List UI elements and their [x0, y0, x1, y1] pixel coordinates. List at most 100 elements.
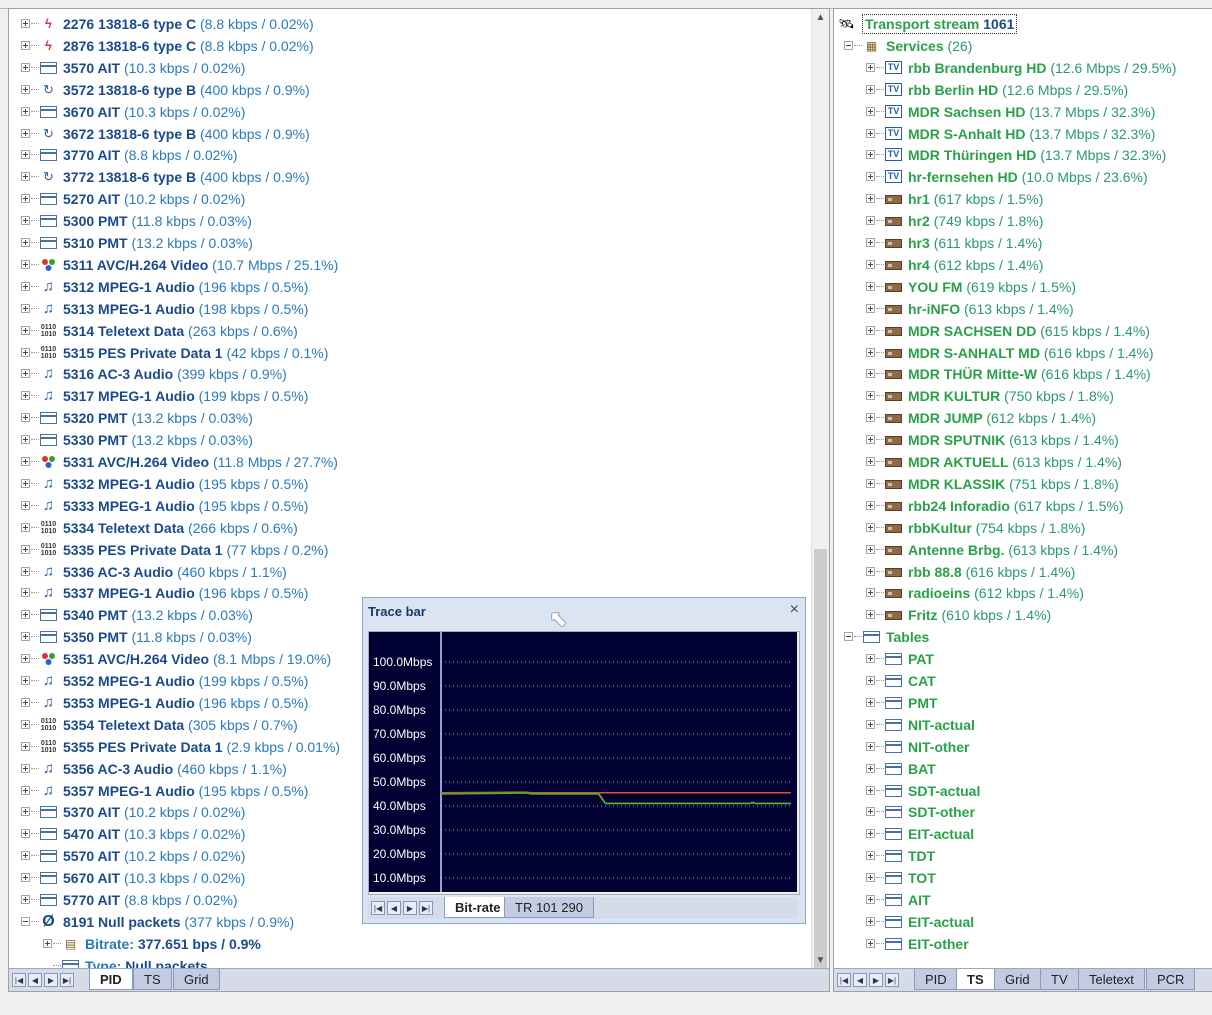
expand-icon[interactable]: [866, 851, 875, 861]
tab-nav-prev-icon[interactable]: ◀: [28, 973, 42, 987]
expand-icon[interactable]: [21, 259, 30, 269]
collapse-icon[interactable]: [844, 632, 853, 642]
expand-icon[interactable]: [21, 741, 30, 751]
tab-nav-next-icon[interactable]: ▶: [869, 973, 883, 987]
expand-icon[interactable]: [866, 895, 875, 904]
expand-icon[interactable]: [21, 807, 30, 817]
tab-bit-rate[interactable]: Bit-rate: [444, 897, 512, 918]
expand-icon[interactable]: [21, 588, 30, 598]
expand-icon[interactable]: [21, 216, 30, 226]
expand-icon[interactable]: [21, 719, 30, 729]
expand-icon[interactable]: [21, 369, 30, 379]
expand-icon[interactable]: [866, 435, 875, 445]
trace-bar-dialog[interactable]: Trace bar × 100.0Mbps 90.0Mbps 80.0Mbps 70.…: [362, 597, 806, 924]
close-icon[interactable]: ×: [790, 601, 799, 619]
expand-icon[interactable]: [21, 500, 30, 510]
tab-nav-last-icon[interactable]: ▶|: [419, 901, 433, 915]
expand-icon[interactable]: [866, 566, 875, 576]
expand-icon[interactable]: [21, 763, 30, 773]
expand-icon[interactable]: [21, 106, 30, 116]
expand-icon[interactable]: [866, 478, 875, 488]
expand-icon[interactable]: [866, 457, 875, 466]
tab-nav-prev-icon[interactable]: ◀: [387, 901, 401, 915]
expand-icon[interactable]: [21, 544, 30, 554]
tab-nav-last-icon[interactable]: ▶|: [60, 973, 74, 987]
expand-icon[interactable]: [866, 194, 875, 204]
tab-nav-last-icon[interactable]: ▶|: [885, 973, 899, 987]
tab-nav-first-icon[interactable]: |◀: [371, 901, 385, 915]
expand-icon[interactable]: [866, 216, 875, 226]
tab-grid[interactable]: Grid: [173, 969, 220, 990]
expand-icon[interactable]: [866, 325, 875, 335]
expand-icon[interactable]: [866, 391, 875, 401]
expand-icon[interactable]: [866, 807, 875, 817]
tab-ts[interactable]: TS: [956, 969, 995, 990]
expand-icon[interactable]: [866, 413, 875, 423]
expand-icon[interactable]: [21, 40, 30, 50]
expand-icon[interactable]: [21, 194, 30, 204]
expand-icon[interactable]: [21, 435, 30, 445]
expand-icon[interactable]: [866, 544, 875, 554]
expand-icon[interactable]: [21, 150, 30, 160]
expand-icon[interactable]: [21, 347, 30, 357]
expand-icon[interactable]: [866, 500, 875, 510]
expand-icon[interactable]: [21, 478, 30, 488]
tab-nav-next-icon[interactable]: ▶: [403, 901, 417, 915]
expand-icon[interactable]: [866, 873, 875, 883]
expand-icon[interactable]: [866, 281, 875, 291]
expand-icon[interactable]: [21, 62, 30, 72]
tab-pid[interactable]: PID: [914, 969, 958, 990]
expand-icon[interactable]: [866, 522, 875, 532]
expand-icon[interactable]: [866, 610, 875, 620]
expand-icon[interactable]: [21, 413, 30, 423]
tab-tv[interactable]: TV: [1040, 969, 1079, 990]
expand-icon[interactable]: [866, 369, 875, 379]
expand-icon[interactable]: [866, 303, 875, 313]
expand-icon[interactable]: [21, 676, 30, 685]
expand-icon[interactable]: [866, 238, 875, 247]
expand-icon[interactable]: [21, 632, 30, 642]
expand-icon[interactable]: [21, 610, 30, 620]
expand-icon[interactable]: [866, 741, 875, 751]
expand-icon[interactable]: [21, 84, 30, 94]
expand-icon[interactable]: [21, 128, 30, 138]
expand-icon[interactable]: [21, 391, 30, 401]
tab-nav-first-icon[interactable]: |◀: [12, 973, 26, 987]
collapse-icon[interactable]: [21, 916, 30, 926]
expand-icon[interactable]: [21, 851, 30, 861]
collapse-icon[interactable]: [844, 40, 853, 50]
expand-icon[interactable]: [21, 19, 30, 28]
expand-icon[interactable]: [21, 238, 30, 247]
expand-icon[interactable]: [21, 785, 30, 795]
expand-icon[interactable]: [866, 62, 875, 72]
expand-icon[interactable]: [866, 588, 875, 598]
tab-teletext[interactable]: Teletext: [1078, 969, 1145, 990]
expand-icon[interactable]: [21, 522, 30, 532]
expand-icon[interactable]: [866, 347, 875, 357]
scroll-thumb[interactable]: [814, 549, 827, 969]
expand-icon[interactable]: [866, 697, 875, 707]
expand-icon[interactable]: [866, 128, 875, 138]
ts-tree-pane[interactable]: 🛰 Transport stream 1061 ▦ Services (26) TV rb…: [833, 8, 1212, 992]
expand-icon[interactable]: [21, 873, 30, 883]
expand-icon[interactable]: [43, 938, 52, 948]
scroll-down-icon[interactable]: ▼: [812, 952, 829, 969]
expand-icon[interactable]: [866, 676, 875, 685]
scroll-up-icon[interactable]: ▲: [812, 9, 829, 26]
expand-icon[interactable]: [866, 916, 875, 926]
expand-icon[interactable]: [866, 763, 875, 773]
left-scrollbar[interactable]: ▲ ▼: [811, 9, 829, 991]
expand-icon[interactable]: [866, 654, 875, 664]
tab-nav-first-icon[interactable]: |◀: [837, 973, 851, 987]
expand-icon[interactable]: [866, 938, 875, 948]
expand-icon[interactable]: [21, 697, 30, 707]
expand-icon[interactable]: [866, 172, 875, 182]
expand-icon[interactable]: [21, 457, 30, 466]
expand-icon[interactable]: [866, 150, 875, 160]
tab-grid[interactable]: Grid: [994, 969, 1041, 990]
expand-icon[interactable]: [21, 566, 30, 576]
tab-ts[interactable]: TS: [133, 969, 172, 990]
expand-icon[interactable]: [866, 829, 875, 839]
expand-icon[interactable]: [21, 281, 30, 291]
expand-icon[interactable]: [866, 719, 875, 729]
